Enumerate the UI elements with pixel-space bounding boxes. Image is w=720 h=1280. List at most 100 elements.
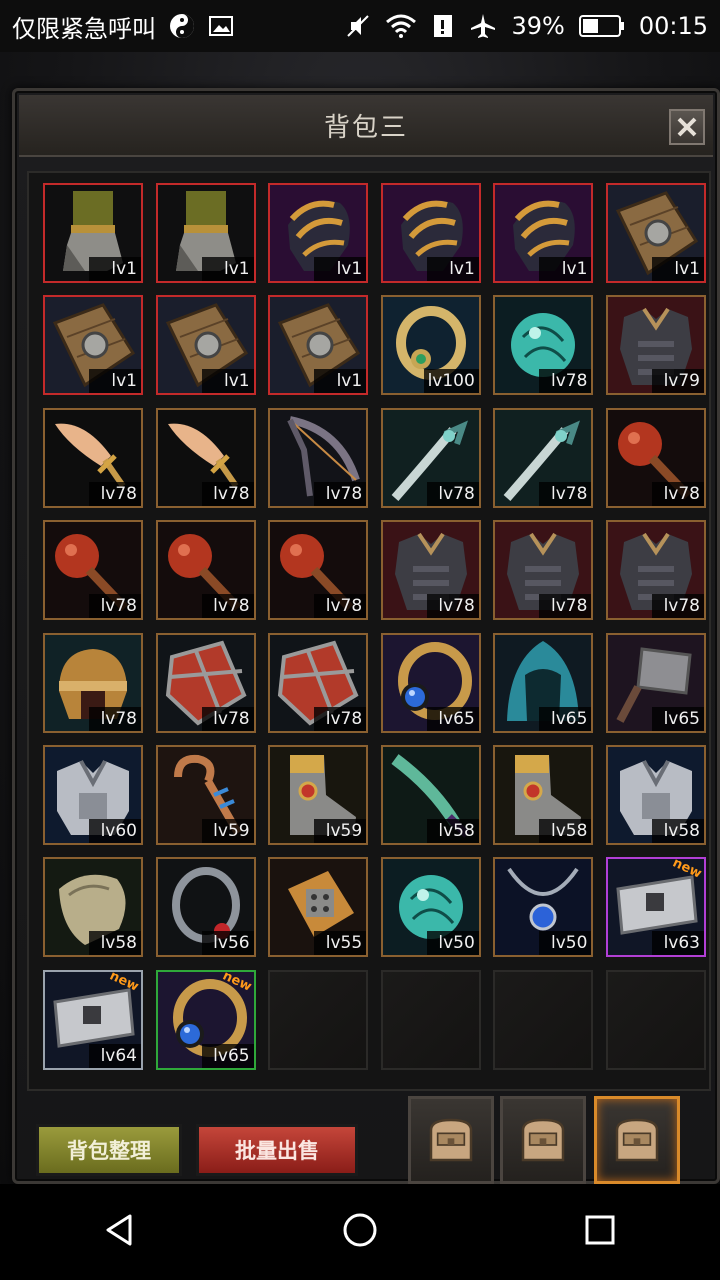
panel-title: 背包三	[323, 112, 408, 143]
inventory-slot[interactable]: lv50	[493, 857, 594, 958]
item-level: lv59	[314, 819, 367, 843]
inventory-slot[interactable]: lv64 new	[43, 969, 143, 1070]
inventory-slot[interactable]: lv58	[493, 745, 594, 845]
inventory-slot[interactable]: lv78	[268, 632, 369, 733]
inventory-slot[interactable]: lv65	[493, 632, 594, 733]
inventory-slot[interactable]: lv78	[155, 632, 256, 733]
battery-icon	[578, 14, 625, 38]
empty-slot[interactable]	[606, 969, 706, 1070]
battery-percent: 39%	[511, 12, 565, 40]
empty-slot[interactable]	[268, 969, 369, 1070]
inventory-slot[interactable]: lv78	[380, 520, 481, 621]
inventory-slot[interactable]: lv1	[493, 183, 594, 283]
item-level: lv1	[89, 369, 141, 394]
item-level: lv58	[539, 819, 592, 843]
item-level: lv65	[652, 706, 704, 731]
inventory-slot[interactable]: lv78	[606, 520, 706, 621]
inventory-slot[interactable]: lv58	[43, 857, 143, 958]
inventory-slot[interactable]: lv78	[493, 407, 594, 508]
item-level: lv78	[89, 706, 141, 731]
empty-slot[interactable]	[380, 969, 481, 1070]
bag-tab-2[interactable]	[500, 1096, 586, 1184]
inventory-slot[interactable]: lv1	[268, 183, 369, 283]
inventory-slot[interactable]: lv78	[268, 520, 369, 621]
inventory-slot[interactable]: lv1	[380, 183, 481, 283]
item-level: lv65	[201, 1043, 254, 1068]
item-level: lv78	[201, 481, 254, 506]
inventory-slot[interactable]: lv58	[380, 745, 481, 845]
inventory-slot[interactable]: lv65	[380, 632, 481, 733]
item-level: lv1	[426, 257, 479, 281]
empty-slot[interactable]	[493, 969, 594, 1070]
inventory-slot[interactable]: lv1	[43, 295, 143, 396]
back-icon[interactable]	[100, 1210, 140, 1254]
item-level: lv78	[89, 594, 141, 619]
status-bar: 仅限紧急呼叫 39% 00:15	[0, 0, 720, 52]
item-level: lv50	[539, 931, 592, 956]
item-level: lv1	[539, 257, 592, 281]
inventory-slot[interactable]: lv1	[606, 183, 706, 283]
inventory-slot[interactable]: lv59	[155, 745, 256, 845]
item-level: lv78	[426, 594, 479, 619]
inventory-slot[interactable]: lv56	[155, 857, 256, 958]
wifi-icon	[385, 13, 417, 39]
item-level: lv1	[201, 257, 254, 281]
item-level: lv1	[314, 369, 367, 394]
item-level: lv59	[201, 819, 254, 843]
inventory-slot[interactable]: lv78	[493, 520, 594, 621]
inventory-slot[interactable]: lv1	[155, 183, 256, 283]
inventory-slot[interactable]: lv79	[606, 295, 706, 396]
batch-sell-button[interactable]: 批量出售	[196, 1124, 358, 1176]
item-level: lv78	[201, 594, 254, 619]
inventory-slot[interactable]: lv78	[606, 407, 706, 508]
inventory-slot[interactable]: lv78	[43, 632, 143, 733]
item-level: lv58	[652, 819, 704, 843]
item-level: lv1	[201, 369, 254, 394]
yin-yang-icon	[168, 12, 196, 40]
image-icon	[208, 14, 234, 38]
inventory-slot[interactable]: lv78	[43, 407, 143, 508]
inventory-slot[interactable]: lv78	[268, 407, 369, 508]
inventory-slot[interactable]: lv78	[43, 520, 143, 621]
inventory-grid: lv1 lv1 lv1 lv1 lv1 lv1 lv1 lv1 lv1 lv100 lv78 lv79…	[27, 171, 711, 1091]
inventory-slot[interactable]: lv1	[43, 183, 143, 283]
sim-alert-icon	[431, 13, 455, 39]
item-level: lv78	[314, 481, 367, 506]
bag-tab-1[interactable]	[408, 1096, 494, 1184]
inventory-slot[interactable]: lv1	[268, 295, 369, 396]
navigation-bar	[0, 1184, 720, 1280]
item-level: lv78	[426, 481, 479, 506]
inventory-slot[interactable]: lv58	[606, 745, 706, 845]
inventory-slot[interactable]: lv65 new	[155, 969, 256, 1070]
clock: 00:15	[638, 12, 708, 40]
sort-bag-button[interactable]: 背包整理	[36, 1124, 182, 1176]
inventory-slot[interactable]: lv78	[155, 407, 256, 508]
inventory-slot[interactable]: lv50	[380, 857, 481, 958]
recent-apps-icon[interactable]	[580, 1210, 620, 1254]
inventory-slot[interactable]: lv63 new	[606, 857, 706, 958]
item-level: lv1	[314, 257, 367, 281]
inventory-slot[interactable]: lv100	[380, 295, 481, 396]
close-button[interactable]	[669, 109, 705, 145]
item-level: lv78	[89, 481, 141, 506]
bag-tab-3[interactable]	[594, 1096, 680, 1184]
backpack-icon	[429, 1118, 473, 1162]
item-level: lv1	[652, 257, 704, 281]
inventory-slot[interactable]: lv78	[493, 295, 594, 396]
inventory-slot[interactable]: lv1	[155, 295, 256, 396]
panel-title-bar: 背包三	[19, 95, 713, 157]
item-level: lv79	[652, 369, 704, 394]
item-level: lv100	[423, 369, 479, 394]
item-level: lv1	[89, 257, 141, 281]
item-level: lv60	[89, 819, 141, 843]
item-level: lv65	[426, 706, 479, 731]
inventory-slot[interactable]: lv59	[268, 745, 369, 845]
inventory-slot[interactable]: lv78	[155, 520, 256, 621]
home-icon[interactable]	[340, 1210, 380, 1254]
inventory-slot[interactable]: lv65	[606, 632, 706, 733]
inventory-slot[interactable]: lv55	[268, 857, 369, 958]
item-level: lv78	[539, 481, 592, 506]
inventory-slot[interactable]: lv78	[380, 407, 481, 508]
mute-icon	[345, 13, 371, 39]
inventory-slot[interactable]: lv60	[43, 745, 143, 845]
